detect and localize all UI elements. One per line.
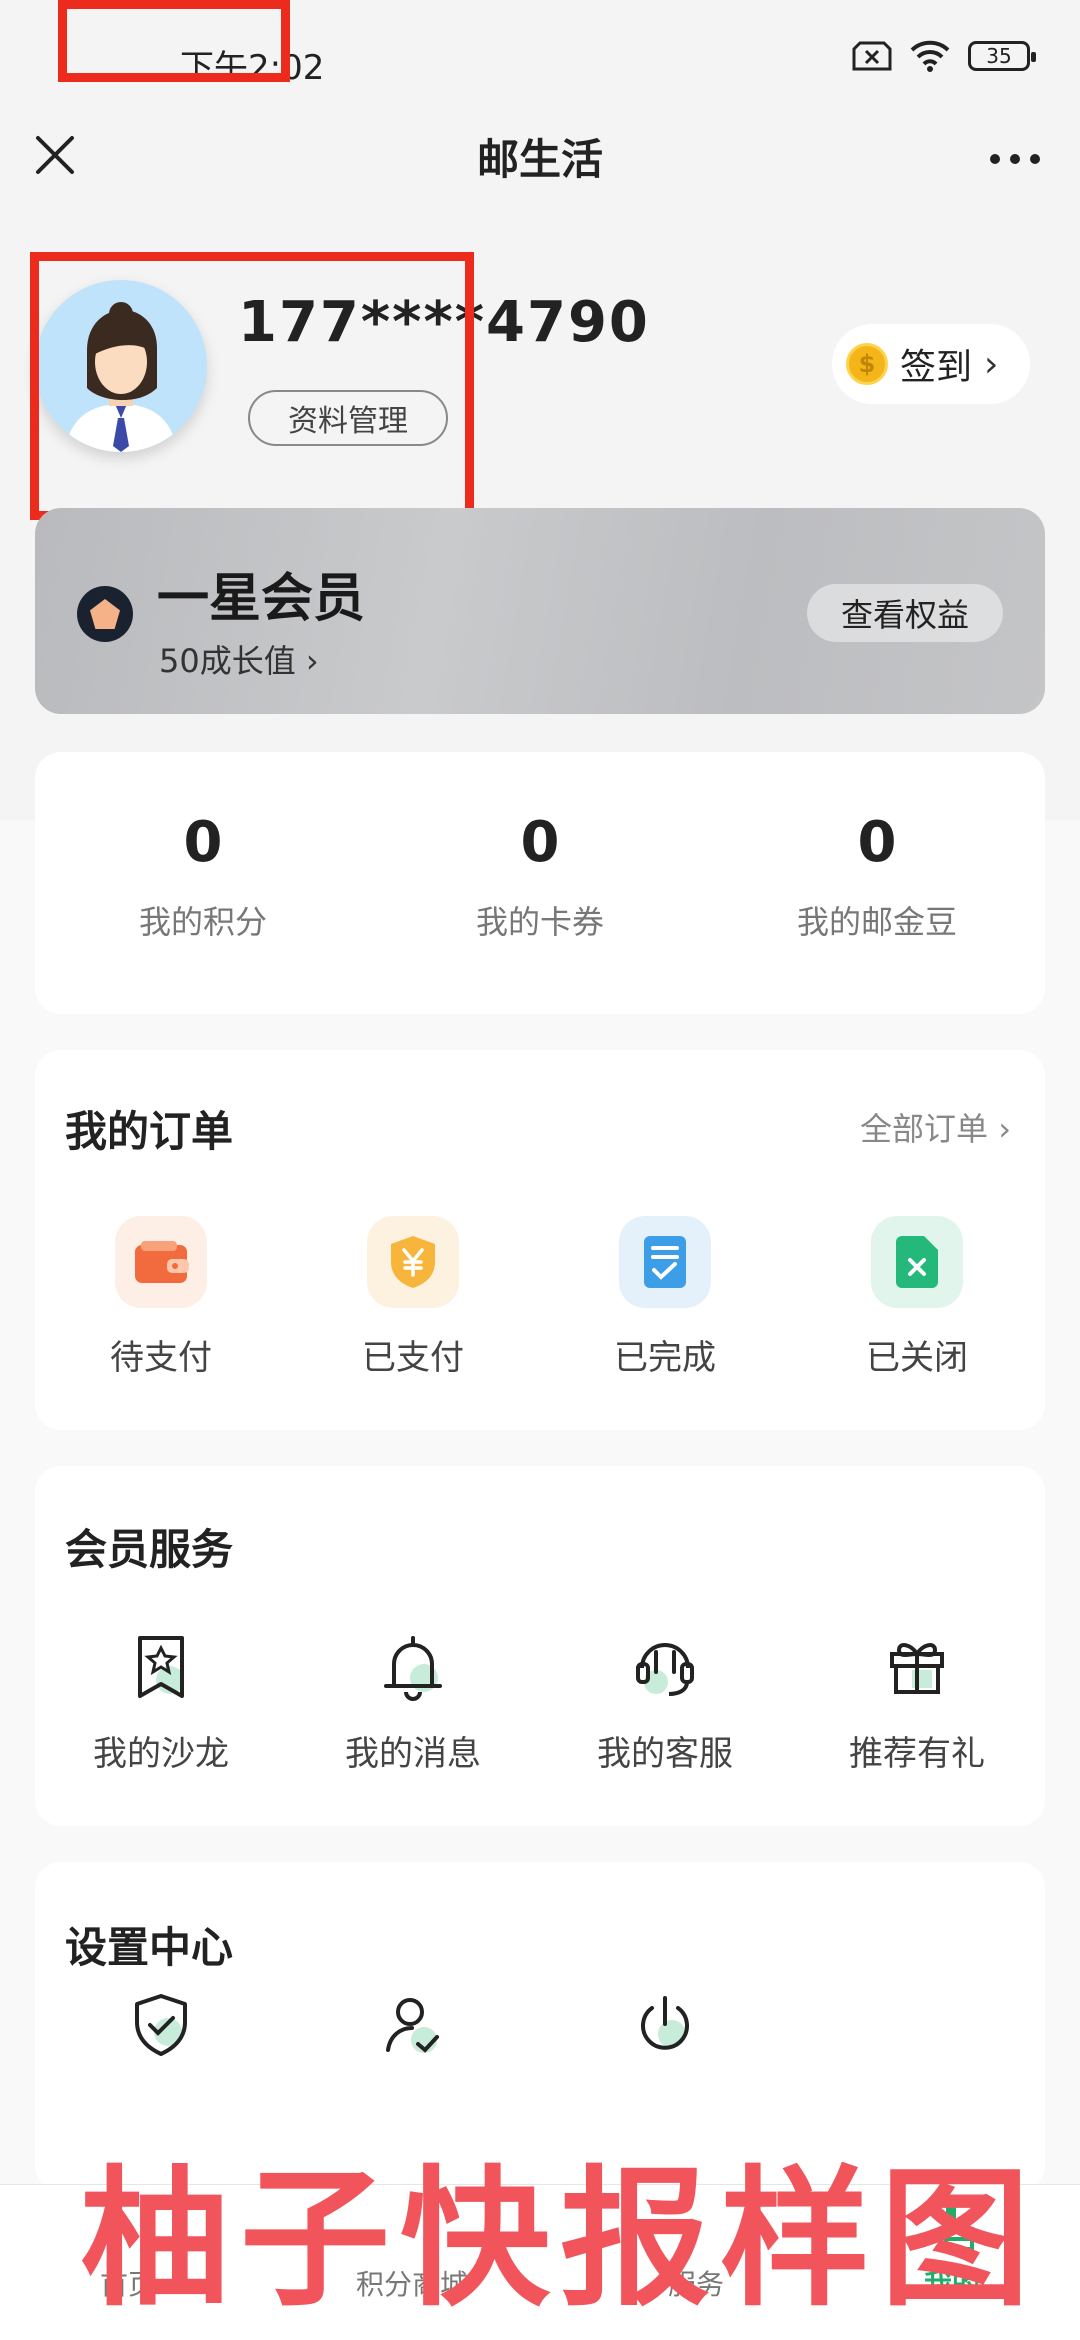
service-my-messages[interactable]: 我的消息 <box>287 1630 539 1775</box>
order-status-label: 已关闭 <box>866 1338 968 1378</box>
stat-value: 0 <box>520 810 560 875</box>
wallet-icon <box>115 1216 207 1308</box>
stat-points[interactable]: 0 我的积分 <box>35 752 371 943</box>
order-status-label: 已支付 <box>362 1338 464 1378</box>
view-rights-button[interactable]: 查看权益 <box>807 584 1003 642</box>
status-icons: 35 <box>852 40 1036 72</box>
setting-item-security[interactable] <box>35 1988 287 2062</box>
member-services-title: 会员服务 <box>65 1525 234 1574</box>
bell-icon <box>384 1636 442 1701</box>
stat-label: 我的积分 <box>138 903 267 941</box>
order-status-pending-payment[interactable]: 待支付 <box>35 1216 287 1379</box>
checklist-icon <box>619 1216 711 1308</box>
stat-postal-beans[interactable]: 0 我的邮金豆 <box>709 752 1045 943</box>
more-menu-icon[interactable] <box>990 154 1040 164</box>
order-status-closed[interactable]: 已关闭 <box>791 1216 1043 1379</box>
settings-grid <box>35 1988 1045 2062</box>
headset-icon <box>636 1643 694 1696</box>
service-label: 我的客服 <box>597 1734 733 1774</box>
stats-card: 0 我的积分 0 我的卡券 0 我的邮金豆 <box>35 752 1045 1014</box>
power-icon <box>641 1996 689 2050</box>
order-status-completed[interactable]: 已完成 <box>539 1216 791 1379</box>
wifi-icon <box>910 40 950 72</box>
order-status-label: 已完成 <box>614 1338 716 1378</box>
member-level-badge-icon <box>77 586 133 642</box>
shield-check-icon <box>135 1994 187 2056</box>
annotation-box-profile <box>30 252 474 520</box>
stat-label: 我的卡券 <box>475 903 604 941</box>
watermark-text: 柚子快报样图 <box>80 2153 1041 2327</box>
service-label: 我的消息 <box>345 1734 481 1774</box>
membership-card[interactable]: 一星会员 50成长值 › 查看权益 <box>35 508 1045 714</box>
all-orders-link[interactable]: 全部订单 › <box>860 1104 1011 1150</box>
sign-in-label: 签到 <box>900 347 973 388</box>
no-sim-icon <box>852 41 892 71</box>
stat-coupons[interactable]: 0 我的卡券 <box>372 752 708 943</box>
sign-in-button[interactable]: $ 签到 › <box>832 324 1030 404</box>
service-my-salon[interactable]: 我的沙龙 <box>35 1630 287 1775</box>
page-title: 邮生活 <box>476 135 603 184</box>
closed-doc-icon <box>871 1216 963 1308</box>
service-customer-support[interactable]: 我的客服 <box>539 1630 791 1775</box>
coin-icon: $ <box>846 343 888 385</box>
member-level-title: 一星会员 <box>157 569 366 629</box>
stat-label: 我的邮金豆 <box>796 903 957 941</box>
setting-item-account[interactable] <box>287 1988 539 2062</box>
order-status-label: 待支付 <box>110 1338 212 1378</box>
member-services-card: 会员服务 我的沙龙 我的消息 我的客服 推荐有礼 <box>35 1466 1045 1826</box>
orders-title: 我的订单 <box>65 1107 234 1156</box>
order-status-grid: 待支付 已支付 已完成 已关闭 <box>35 1216 1045 1379</box>
growth-value-link[interactable]: 50成长值 › <box>159 636 319 682</box>
chevron-right-icon: › <box>984 343 999 385</box>
user-check-icon <box>386 1998 439 2053</box>
battery-icon: 35 <box>968 41 1036 71</box>
yuan-shield-icon <box>367 1216 459 1308</box>
salon-bookmark-icon <box>138 1636 184 1698</box>
member-services-grid: 我的沙龙 我的消息 我的客服 推荐有礼 <box>35 1630 1045 1775</box>
stat-value: 0 <box>857 810 897 875</box>
orders-card: 我的订单 全部订单 › 待支付 已支付 已完成 已关闭 <box>35 1050 1045 1430</box>
service-refer-rewards[interactable]: 推荐有礼 <box>791 1630 1043 1775</box>
order-status-paid[interactable]: 已支付 <box>287 1216 539 1379</box>
service-label: 我的沙龙 <box>93 1734 229 1774</box>
stat-value: 0 <box>183 810 223 875</box>
setting-item-logout[interactable] <box>539 1988 791 2062</box>
annotation-box-time <box>58 0 290 82</box>
service-label: 推荐有礼 <box>849 1734 985 1774</box>
settings-title: 设置中心 <box>65 1923 234 1972</box>
gift-icon <box>890 1643 944 1694</box>
